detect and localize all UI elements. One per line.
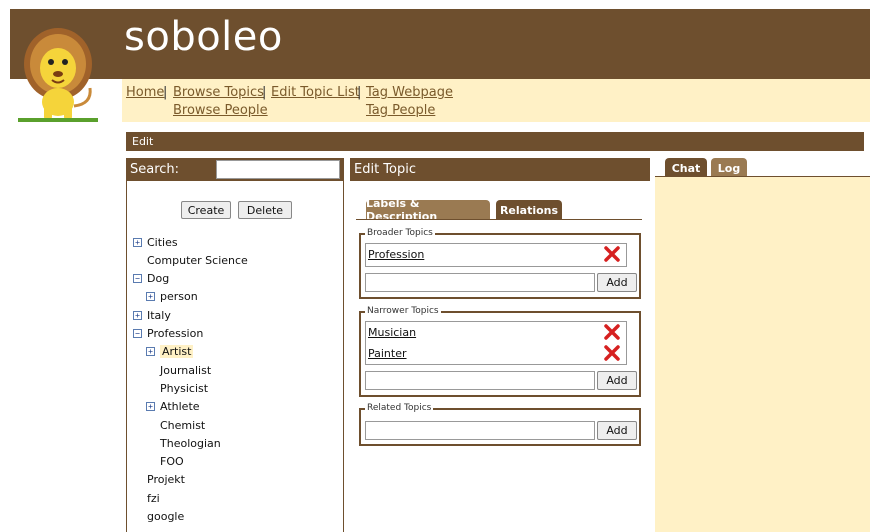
tree-item-label: Theologian <box>160 436 221 450</box>
tree-item-label: Dog <box>147 272 170 286</box>
tab-divider <box>356 219 642 220</box>
broader-add-button[interactable]: Add <box>597 273 637 292</box>
search-input[interactable] <box>216 160 340 179</box>
search-bar: Search: <box>126 158 344 181</box>
tree-item[interactable]: − Profession <box>133 325 203 343</box>
delete-x-icon[interactable] <box>604 324 620 340</box>
broader-topic-link[interactable]: Profession <box>368 248 424 261</box>
tree-item[interactable]: + person <box>146 288 198 306</box>
topic-tree-panel: Create Delete + Cities Computer Science − Do… <box>126 158 344 532</box>
narrower-topic-link[interactable]: Painter <box>368 347 407 360</box>
nav-separator: | <box>357 85 362 100</box>
narrower-topic-link[interactable]: Musician <box>368 326 416 339</box>
chat-panel <box>655 177 870 532</box>
tree-item[interactable]: + Cities <box>133 233 178 251</box>
edit-topic-title: Edit Topic <box>354 162 417 177</box>
expand-icon[interactable]: + <box>146 292 155 302</box>
tree-item[interactable]: Physicist <box>146 379 208 397</box>
broader-topics-list: Profession <box>365 243 627 267</box>
expand-icon[interactable]: + <box>133 237 142 247</box>
tree-item[interactable]: Computer Science <box>133 251 248 269</box>
tree-item[interactable]: + Italy <box>133 306 171 324</box>
tree-item[interactable]: + Artist <box>146 343 194 361</box>
tree-item[interactable]: Journalist <box>146 361 211 379</box>
nav-browse-topics-link[interactable]: Browse Topics <box>173 85 264 100</box>
tree-item-label: Journalist <box>160 363 212 377</box>
expand-icon[interactable]: + <box>146 347 155 357</box>
related-topics-legend: Related Topics <box>365 403 434 413</box>
tree-item-label: Computer Science <box>147 253 248 267</box>
collapse-icon[interactable]: − <box>133 274 142 284</box>
tree-item[interactable]: google <box>133 508 184 526</box>
tree-item-label: Athlete <box>160 400 200 414</box>
narrower-topic-row: Musician <box>368 324 624 342</box>
collapse-icon[interactable]: − <box>133 329 142 338</box>
tree-item-label: person <box>160 290 198 304</box>
nav-separator: | <box>262 85 267 100</box>
lion-logo-icon <box>18 28 98 122</box>
delete-x-icon[interactable] <box>604 345 620 361</box>
narrower-topics-list: Musician Painter <box>365 321 627 365</box>
nav-edit-topic-list-link[interactable]: Edit Topic List <box>271 85 360 100</box>
broader-topic-input[interactable] <box>365 273 595 292</box>
tree-item-label: Profession <box>147 327 204 340</box>
tree-item-label: Cities <box>147 235 178 249</box>
tab-log[interactable]: Log <box>711 158 747 178</box>
tab-chat[interactable]: Chat <box>665 158 707 178</box>
nav-tag-webpage-link[interactable]: Tag Webpage <box>366 85 453 100</box>
tree-item[interactable]: FOO <box>146 453 184 471</box>
tree-item-label: Artist <box>160 345 194 359</box>
expand-icon[interactable]: + <box>133 310 142 320</box>
nav-browse-people-link[interactable]: Browse People <box>173 103 268 118</box>
tree-item[interactable]: − Dog <box>133 270 169 288</box>
tab-relations[interactable]: Relations <box>496 200 562 220</box>
broader-topics-legend: Broader Topics <box>365 228 435 238</box>
related-add-button[interactable]: Add <box>597 421 637 440</box>
nav-tag-people-link[interactable]: Tag People <box>366 103 435 118</box>
tree-item-label: Chemist <box>160 418 206 432</box>
tree-item-label: Italy <box>147 308 171 322</box>
tree-item-label: Physicist <box>160 381 209 395</box>
nav-separator: | <box>163 85 168 100</box>
delete-x-icon[interactable] <box>604 246 620 262</box>
tree-item[interactable]: + Athlete <box>146 398 200 416</box>
tree-item-label: google <box>147 510 185 523</box>
narrower-topics-group: Narrower Topics Musician Painter Add <box>359 306 641 397</box>
narrower-add-button[interactable]: Add <box>597 371 637 390</box>
tree-item-label: FOO <box>160 455 184 469</box>
tab-labels-description[interactable]: Labels & Description <box>366 197 490 223</box>
broader-topic-row: Profession <box>368 246 624 264</box>
app-title: soboleo <box>124 14 283 60</box>
expand-icon[interactable]: + <box>146 402 155 412</box>
tree-item[interactable]: Projekt <box>133 471 185 489</box>
narrower-topic-row: Painter <box>368 345 624 363</box>
related-topics-group: Related Topics Add <box>359 403 641 446</box>
nav-home-link[interactable]: Home <box>126 85 164 100</box>
tree-item-label: fzi <box>147 491 160 505</box>
search-label: Search: <box>130 162 180 177</box>
tree-item[interactable]: fzi <box>133 489 160 507</box>
edit-section-bar: Edit <box>126 132 864 151</box>
delete-button[interactable]: Delete <box>238 201 292 219</box>
narrower-topic-input[interactable] <box>365 371 595 390</box>
broader-topics-group: Broader Topics Profession Add <box>359 228 641 299</box>
create-button[interactable]: Create <box>181 201 231 219</box>
edit-topic-header: Edit Topic <box>350 158 650 181</box>
tree-item[interactable]: Theologian <box>146 434 221 452</box>
tree-item-label: Projekt <box>147 473 185 487</box>
narrower-topics-legend: Narrower Topics <box>365 306 441 316</box>
tree-item[interactable]: Chemist <box>146 416 205 434</box>
related-topic-input[interactable] <box>365 421 595 440</box>
